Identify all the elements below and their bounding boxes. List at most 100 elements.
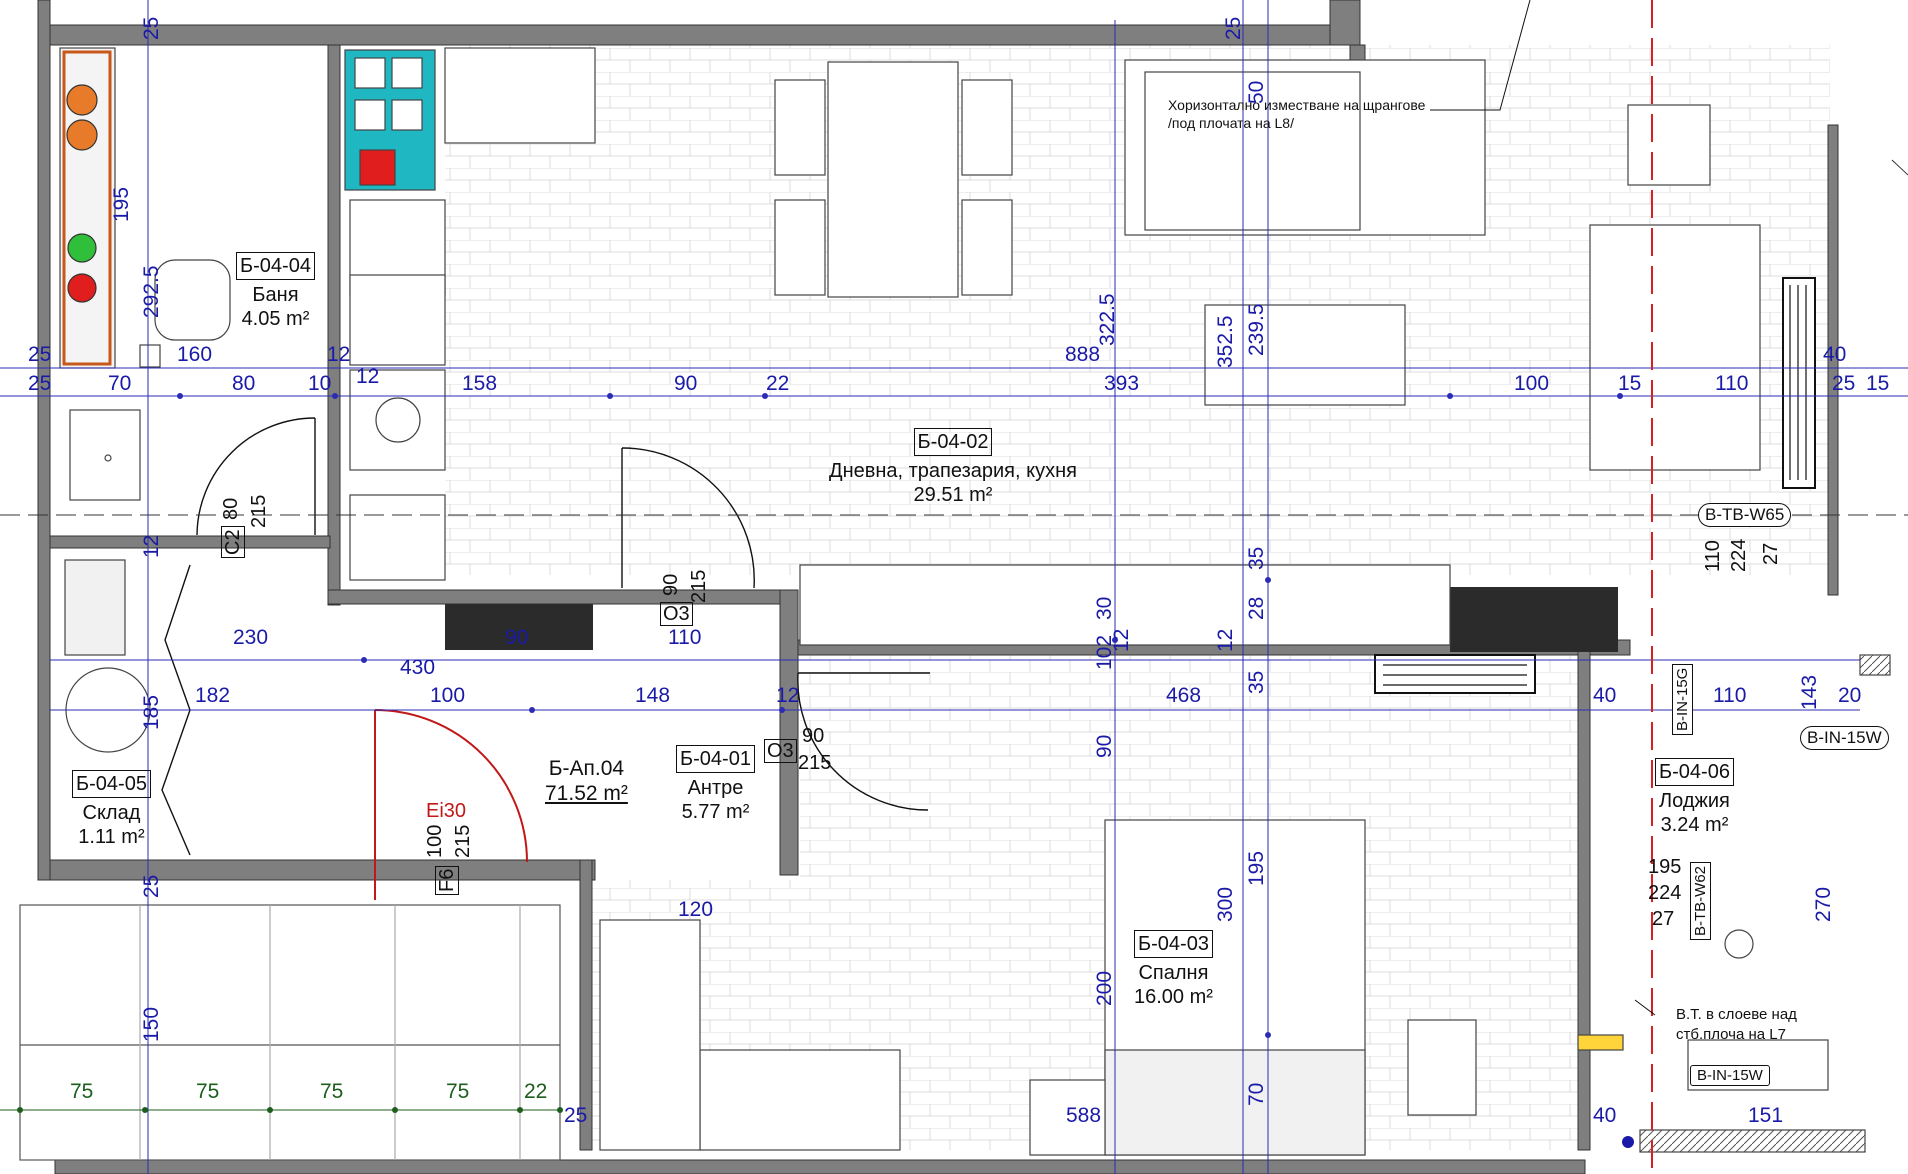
dim-h: 80 bbox=[232, 372, 256, 395]
dim-h: 393 bbox=[1104, 372, 1140, 395]
vt-note-2: стб.плоча на L7 bbox=[1676, 1026, 1786, 1043]
dim-h: 25 bbox=[1832, 372, 1856, 395]
dim-v: 35 bbox=[1245, 546, 1268, 570]
dim-h: 12 bbox=[327, 343, 351, 366]
dim-v: 200 bbox=[1093, 970, 1116, 1006]
dim-v: 300 bbox=[1214, 886, 1237, 922]
dim-v: 30 bbox=[1093, 596, 1116, 620]
dim-h: 90 bbox=[674, 372, 698, 395]
door-code-d1: C2 bbox=[221, 526, 245, 558]
door-code-d4: F6 bbox=[435, 865, 459, 895]
window-w62-a: 195 bbox=[1648, 856, 1682, 878]
dim-h: 182 bbox=[195, 684, 231, 707]
room-code: Б-04-05 bbox=[72, 770, 151, 798]
dim-h: 110 bbox=[1715, 372, 1749, 395]
balcony-dim: 22 bbox=[524, 1080, 548, 1103]
door-code-d3: O3 bbox=[764, 739, 797, 763]
room-name: Склад bbox=[82, 802, 141, 824]
dim-v: 25 bbox=[140, 874, 163, 898]
room-area: 3.24 m² bbox=[1660, 814, 1729, 836]
room-code: Б-04-04 bbox=[236, 252, 315, 280]
dim-h: 70 bbox=[108, 372, 132, 395]
dim-h: 430 bbox=[400, 656, 436, 679]
room-label-storage: Б-04-05 Склад 1.11 m² bbox=[72, 770, 151, 849]
wall-tag-in15g: B-IN-15G bbox=[1672, 663, 1693, 735]
dim-h: 888 bbox=[1065, 343, 1101, 366]
room-name: Дневна, трапезария, кухня bbox=[829, 460, 1077, 482]
dim-v: 195 bbox=[1245, 850, 1268, 886]
dim-h: 100 bbox=[430, 684, 466, 707]
dim-h: 25 bbox=[28, 372, 52, 395]
apartment-code: Б-Ап.04 bbox=[548, 757, 625, 780]
window-w62-c: 27 bbox=[1652, 908, 1675, 930]
dim-h: 20 bbox=[1838, 684, 1862, 707]
dim-h: 12 bbox=[776, 684, 800, 707]
dim-v: 185 bbox=[140, 694, 163, 730]
dim-v: 12 bbox=[1214, 628, 1237, 652]
stack-shift-note-1: Хоризонтално изместване на щрангове bbox=[1168, 97, 1426, 113]
wall-tag-in15w-b: B-IN-15W bbox=[1690, 1065, 1770, 1086]
balcony-dim: 75 bbox=[70, 1080, 94, 1103]
room-label-bedroom: Б-04-03 Спалня 16.00 m² bbox=[1134, 930, 1213, 1009]
dim-v: 143 bbox=[1798, 674, 1821, 710]
dim-v: 35 bbox=[1245, 670, 1268, 694]
vt-note-1: В.Т. в слоеве над bbox=[1676, 1006, 1797, 1023]
room-label-loggia: Б-04-06 Лоджия 3.24 m² bbox=[1655, 758, 1734, 837]
dim-v: 90 bbox=[1093, 734, 1116, 758]
dim-h: 12 bbox=[356, 365, 380, 388]
dim-v: 70 bbox=[1245, 1082, 1268, 1106]
balcony-dim: 75 bbox=[320, 1080, 344, 1103]
door-width-d3: 90 bbox=[802, 725, 825, 747]
door-width-d2: 90 bbox=[660, 573, 682, 596]
window-w62-b: 224 bbox=[1648, 882, 1682, 904]
dim-h: 10 bbox=[308, 372, 332, 395]
stack-shift-note-2: /под плочата на L8/ bbox=[1168, 115, 1294, 131]
door-height-d1: 215 bbox=[248, 494, 270, 528]
apartment-label: Б-Ап.04 71.52 m² bbox=[545, 756, 628, 806]
room-label-living: Б-04-02 Дневна, трапезария, кухня 29.51 … bbox=[828, 428, 1078, 507]
dim-h: 90 bbox=[505, 626, 529, 649]
apartment-area: 71.52 m² bbox=[545, 782, 628, 806]
dim-h: 230 bbox=[233, 626, 269, 649]
floor-plan-drawing bbox=[0, 0, 1908, 1174]
door-height-d3: 215 bbox=[798, 752, 832, 774]
dim-h: 151 bbox=[1748, 1104, 1784, 1127]
fire-rating-ei30: Ei30 bbox=[426, 800, 467, 822]
dim-h: 22 bbox=[766, 372, 790, 395]
room-code: Б-04-06 bbox=[1655, 758, 1734, 786]
dim-v: 239.5 bbox=[1245, 303, 1268, 356]
room-label-bath: Б-04-04 Баня 4.05 m² bbox=[236, 252, 315, 331]
dim-h: 25 bbox=[564, 1104, 588, 1127]
dim-v: 28 bbox=[1245, 596, 1268, 620]
dim-v: 150 bbox=[140, 1006, 163, 1042]
room-area: 1.11 m² bbox=[78, 826, 145, 848]
dim-h: 40 bbox=[1593, 684, 1617, 707]
room-area: 16.00 m² bbox=[1134, 986, 1213, 1008]
room-area: 4.05 m² bbox=[241, 308, 310, 330]
balcony-dim: 75 bbox=[196, 1080, 220, 1103]
dim-h: 15 bbox=[1866, 372, 1890, 395]
room-area: 29.51 m² bbox=[913, 484, 993, 506]
dim-h: 120 bbox=[678, 898, 714, 921]
balcony-dim: 75 bbox=[446, 1080, 470, 1103]
window-tag-w65: B-TB-W65 bbox=[1698, 503, 1792, 527]
dim-v: 12 bbox=[1110, 628, 1133, 652]
dim-v: 50 bbox=[1245, 80, 1268, 104]
dim-h: 148 bbox=[635, 684, 671, 707]
room-label-entry: Б-04-01 Антре 5.77 m² bbox=[676, 745, 755, 824]
room-code: Б-04-02 bbox=[913, 428, 993, 456]
door-width-d4: 100 bbox=[424, 824, 446, 858]
room-name: Спалня bbox=[1138, 962, 1209, 984]
dim-v: 25 bbox=[140, 16, 163, 40]
room-name: Антре bbox=[687, 777, 744, 799]
room-code: Б-04-01 bbox=[676, 745, 755, 773]
dim-v: 292.5 bbox=[140, 265, 163, 318]
dim-h: 25 bbox=[28, 343, 52, 366]
balcony-structure bbox=[19, 904, 561, 1161]
dim-h: 588 bbox=[1066, 1104, 1102, 1127]
window-w65-c: 27 bbox=[1760, 542, 1782, 565]
dim-h: 110 bbox=[668, 626, 702, 649]
wall-tag-in15w-a: B-IN-15W bbox=[1800, 726, 1889, 750]
dim-v: 322.5 bbox=[1096, 293, 1119, 346]
dim-h: 15 bbox=[1618, 372, 1642, 395]
